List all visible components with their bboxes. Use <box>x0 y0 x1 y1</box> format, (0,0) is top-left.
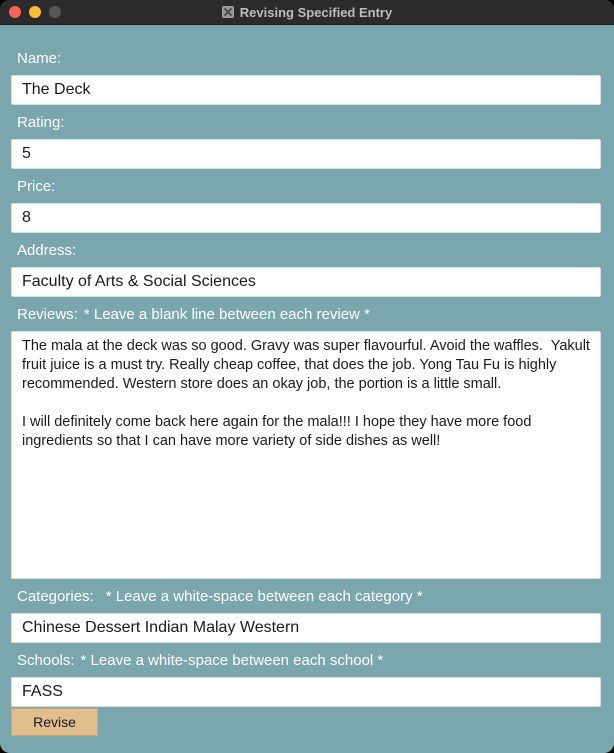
revise-button[interactable]: Revise <box>11 708 98 736</box>
app-icon <box>221 6 234 18</box>
categories-label: Categories: <box>17 588 94 605</box>
reviews-hint: * Leave a blank line between each review… <box>83 306 370 323</box>
reviews-label-row: Reviews: * Leave a blank line between eac… <box>17 306 370 324</box>
address-label: Address: <box>17 242 77 259</box>
price-field[interactable]: 8 <box>11 203 601 233</box>
categories-hint: * Leave a white-space between each categ… <box>105 588 423 605</box>
reviews-textarea[interactable]: The mala at the deck was so good. Gravy … <box>11 331 601 579</box>
window-title-group: Revising Specified Entry <box>0 0 614 24</box>
name-label: Name: <box>17 50 62 67</box>
categories-field[interactable]: Chinese Dessert Indian Malay Western <box>11 613 601 643</box>
categories-label-row: Categories: * Leave a white-space between… <box>17 588 423 606</box>
address-field[interactable]: Faculty of Arts & Social Sciences <box>11 267 601 297</box>
rating-label: Rating: <box>17 114 65 131</box>
schools-label: Schools: <box>17 652 75 669</box>
schools-label-row: Schools: * Leave a white-space between ea… <box>17 652 383 670</box>
title-bar[interactable]: Revising Specified Entry <box>0 0 614 25</box>
schools-hint: * Leave a white-space between each schoo… <box>80 652 384 669</box>
rating-field[interactable]: 5 <box>11 139 601 169</box>
window-title: Revising Specified Entry <box>239 4 393 20</box>
app-window: Revising Specified Entry Name: The Deck … <box>0 0 614 753</box>
reviews-label: Reviews: <box>17 306 78 323</box>
price-label: Price: <box>17 178 56 195</box>
schools-field[interactable]: FASS <box>11 677 601 707</box>
name-field[interactable]: The Deck <box>11 75 601 105</box>
